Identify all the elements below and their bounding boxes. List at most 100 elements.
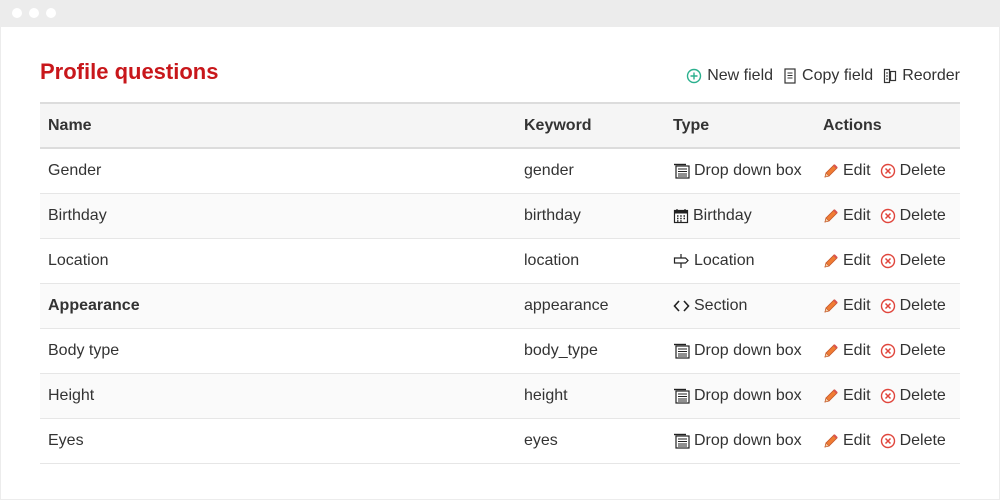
type-cell: Drop down box — [665, 328, 815, 374]
column-header-type[interactable]: Type — [665, 103, 815, 148]
keyword-cell: height — [516, 373, 665, 419]
actions-cell: Edit Delete — [815, 373, 960, 419]
name-cell: Birthday — [40, 193, 516, 239]
window-dot[interactable] — [46, 8, 56, 18]
edit-label: Edit — [843, 161, 871, 179]
type-cell: Location — [665, 238, 815, 284]
type-label: Section — [694, 296, 748, 314]
pencil-icon — [823, 433, 839, 449]
pencil-icon — [823, 208, 839, 224]
keyword-cell: appearance — [516, 283, 665, 329]
type-cell: Drop down box — [665, 418, 815, 464]
dropdown-icon — [673, 343, 690, 359]
edit-button[interactable]: Edit — [823, 342, 871, 360]
actions-cell: Edit Delete — [815, 328, 960, 374]
window-titlebar — [0, 0, 1000, 26]
actions-cell: Edit Delete — [815, 148, 960, 194]
delete-label: Delete — [899, 251, 946, 269]
type-label: Drop down box — [694, 431, 802, 449]
delete-icon — [880, 208, 896, 224]
type-label: Drop down box — [694, 386, 802, 404]
code-icon — [673, 298, 690, 314]
pencil-icon — [823, 253, 839, 269]
keyword-cell: eyes — [516, 418, 665, 464]
type-label: Birthday — [693, 206, 752, 224]
table-row: Eyes eyes Drop down box Edit Delete — [40, 418, 960, 464]
type-cell: Section — [665, 283, 815, 329]
delete-label: Delete — [899, 161, 946, 179]
delete-icon — [880, 343, 896, 359]
new-field-button[interactable]: New field — [686, 67, 773, 85]
content-panel: Profile questions New field Copy field R… — [1, 27, 999, 499]
edit-button[interactable]: Edit — [823, 252, 871, 270]
name-cell: Appearance — [40, 283, 516, 329]
calendar-icon — [673, 208, 689, 224]
page-title: Profile questions — [40, 59, 219, 84]
plus-circle-icon — [686, 68, 702, 84]
toolbar: New field Copy field Reorder — [686, 67, 960, 85]
name-cell: Body type — [40, 328, 516, 374]
dropdown-icon — [673, 163, 690, 179]
column-header-actions: Actions — [823, 116, 882, 134]
delete-button[interactable]: Delete — [880, 162, 946, 180]
copy-field-button[interactable]: Copy field — [783, 67, 873, 85]
keyword-cell: body_type — [516, 328, 665, 374]
delete-button[interactable]: Delete — [880, 297, 946, 315]
actions-cell: Edit Delete — [815, 193, 960, 239]
edit-label: Edit — [843, 296, 871, 314]
table-row: Location location Location Edit Delete — [40, 238, 960, 284]
reorder-button[interactable]: Reorder — [883, 67, 960, 85]
window-dot[interactable] — [29, 8, 39, 18]
keyword-cell: birthday — [516, 193, 665, 239]
table-row: Gender gender Drop down box Edit Delete — [40, 148, 960, 194]
delete-icon — [880, 253, 896, 269]
browser-window: Profile questions New field Copy field R… — [0, 0, 1000, 500]
name-cell: Gender — [40, 148, 516, 194]
delete-label: Delete — [899, 386, 946, 404]
table-row: Body type body_type Drop down box Edit Delet… — [40, 328, 960, 374]
edit-button[interactable]: Edit — [823, 387, 871, 405]
edit-label: Edit — [843, 431, 871, 449]
edit-label: Edit — [843, 206, 871, 224]
dropdown-icon — [673, 388, 690, 404]
edit-button[interactable]: Edit — [823, 162, 871, 180]
type-label: Location — [694, 251, 755, 269]
window-dot[interactable] — [12, 8, 22, 18]
delete-button[interactable]: Delete — [880, 342, 946, 360]
edit-label: Edit — [843, 341, 871, 359]
delete-button[interactable]: Delete — [880, 252, 946, 270]
type-cell: Drop down box — [665, 373, 815, 419]
page-header: Profile questions New field Copy field R… — [40, 59, 960, 89]
type-cell: Drop down box — [665, 148, 815, 194]
table-row: Height height Drop down box Edit Delete — [40, 373, 960, 419]
actions-cell: Edit Delete — [815, 238, 960, 284]
name-cell: Location — [40, 238, 516, 284]
delete-button[interactable]: Delete — [880, 387, 946, 405]
edit-label: Edit — [843, 251, 871, 269]
type-label: Drop down box — [694, 161, 802, 179]
table-row: Appearance appearance Section Edit Delete — [40, 283, 960, 329]
edit-button[interactable]: Edit — [823, 297, 871, 315]
delete-label: Delete — [899, 341, 946, 359]
keyword-cell: location — [516, 238, 665, 284]
actions-cell: Edit Delete — [815, 283, 960, 329]
column-header-name[interactable]: Name — [40, 103, 516, 148]
delete-button[interactable]: Delete — [880, 432, 946, 450]
table-header-row: Name Keyword Type Actions — [40, 103, 960, 148]
delete-icon — [880, 388, 896, 404]
profile-questions-table: Name Keyword Type Actions Gender gender Dr… — [40, 102, 960, 464]
edit-button[interactable]: Edit — [823, 432, 871, 450]
new-field-label: New field — [707, 67, 774, 84]
delete-label: Delete — [899, 296, 946, 314]
name-cell: Eyes — [40, 418, 516, 464]
edit-label: Edit — [843, 386, 871, 404]
column-header-keyword[interactable]: Keyword — [516, 103, 665, 148]
delete-icon — [880, 298, 896, 314]
copy-field-label: Copy field — [802, 67, 874, 84]
actions-cell: Edit Delete — [815, 418, 960, 464]
copy-icon — [783, 68, 797, 84]
table-row: Birthday birthday Birthday Edit Delete — [40, 193, 960, 239]
delete-icon — [880, 433, 896, 449]
edit-button[interactable]: Edit — [823, 207, 871, 225]
delete-button[interactable]: Delete — [880, 207, 946, 225]
